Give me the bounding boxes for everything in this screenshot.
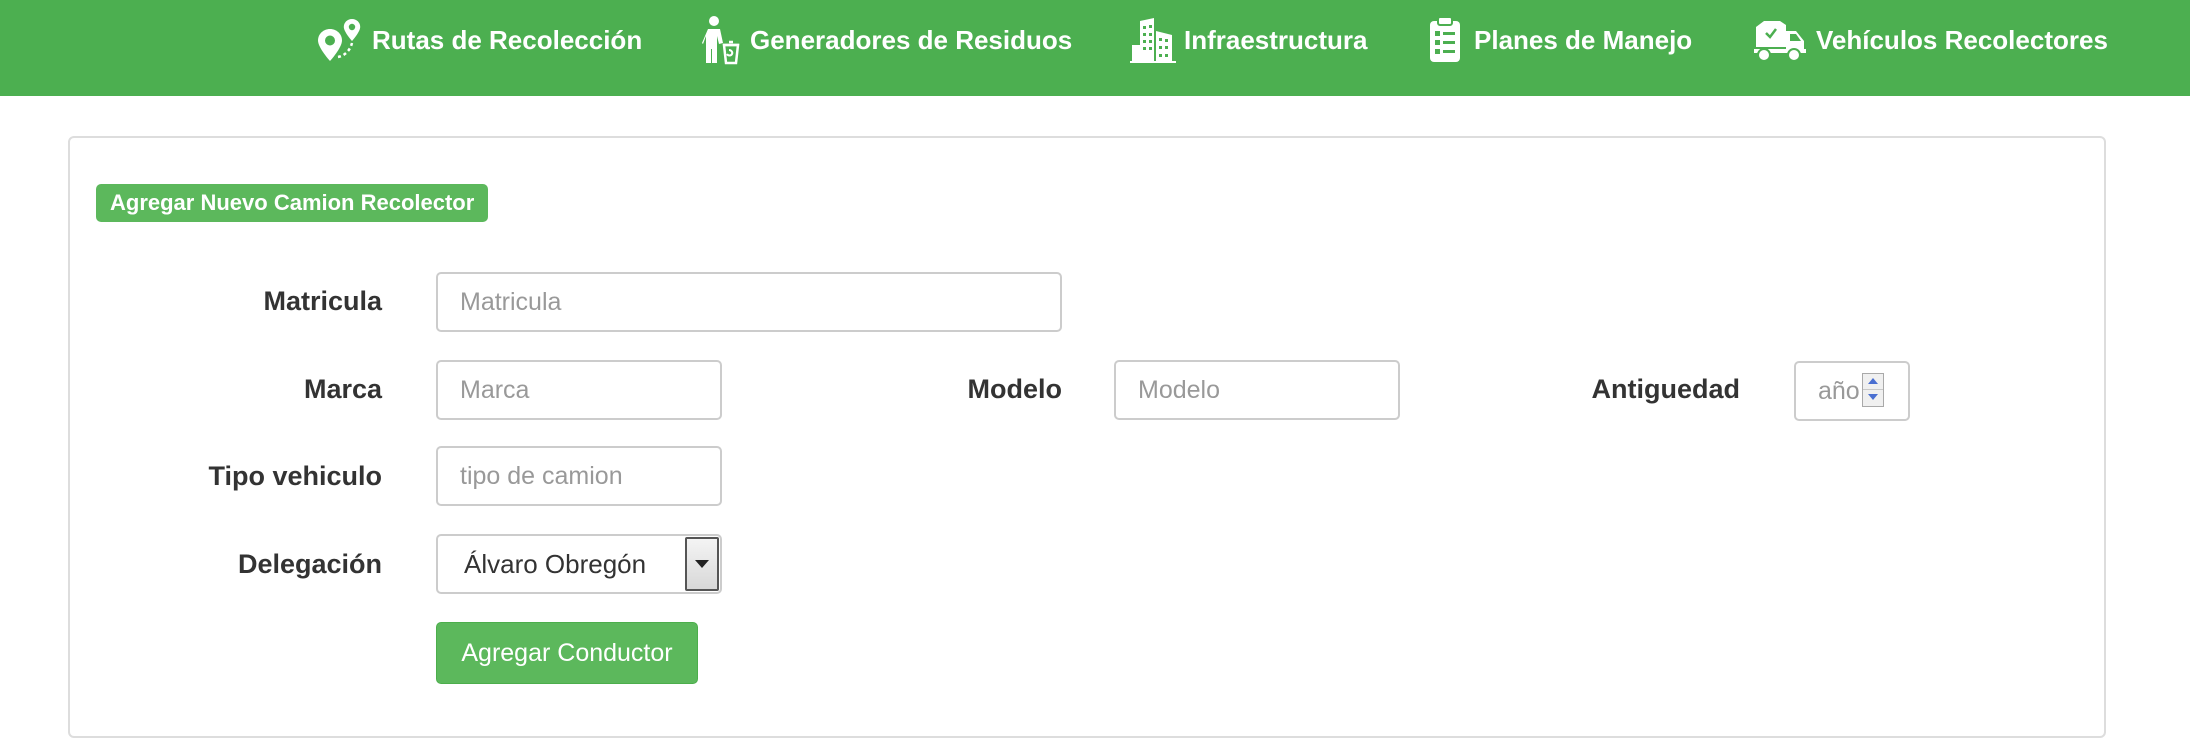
nav-vehiculos-recolectores[interactable]: Vehículos Recolectores	[1754, 0, 2108, 80]
delegacion-selected-value: Álvaro Obregón	[464, 549, 647, 579]
nav-item-label: Vehículos Recolectores	[1816, 24, 2108, 55]
nav-item-label: Planes de Manejo	[1474, 24, 1693, 55]
spinner-up-button[interactable]	[1863, 374, 1883, 390]
matricula-input[interactable]	[436, 272, 1062, 332]
agregar-conductor-button[interactable]: Agregar Conductor	[436, 622, 698, 684]
spinner-down-button[interactable]	[1863, 390, 1883, 406]
antiguedad-label: Antiguedad	[1591, 374, 1741, 404]
nav-item-label: Rutas de Recolección	[372, 24, 643, 55]
marca-input[interactable]	[436, 360, 722, 420]
dropdown-arrow-button[interactable]	[685, 537, 719, 591]
number-spinner[interactable]	[1862, 373, 1884, 407]
form-title-badge: Agregar Nuevo Camion Recolector	[96, 184, 489, 222]
tipo-vehiculo-input[interactable]	[436, 446, 722, 506]
caret-down-icon	[1868, 394, 1878, 400]
map-pin-route-icon	[316, 17, 372, 63]
nav-generadores-de-residuos[interactable]: Generadores de Residuos	[702, 0, 1072, 80]
nav-infraestructura[interactable]: Infraestructura	[1130, 0, 1368, 80]
tipo-vehiculo-label: Tipo vehiculo	[208, 461, 382, 491]
antiguedad-number-input[interactable]: año	[1794, 361, 1910, 421]
matricula-label: Matricula	[263, 286, 382, 316]
chevron-down-icon	[695, 560, 709, 568]
top-navbar: Rutas de Recolección Generadores de Resi…	[0, 0, 2190, 96]
person-trash-icon	[702, 15, 750, 65]
antiguedad-placeholder: año	[1818, 377, 1860, 405]
delegacion-select[interactable]: Álvaro Obregón	[436, 534, 722, 594]
delegacion-label: Delegación	[237, 549, 382, 579]
modelo-input[interactable]	[1114, 360, 1400, 420]
clipboard-checklist-icon	[1426, 16, 1474, 64]
form-panel	[68, 136, 2106, 738]
buildings-icon	[1130, 17, 1184, 63]
nav-rutas-de-recoleccion[interactable]: Rutas de Recolección	[316, 0, 642, 80]
modelo-label: Modelo	[967, 374, 1063, 404]
garbage-truck-icon	[1754, 17, 1816, 63]
caret-up-icon	[1868, 378, 1878, 384]
marca-label: Marca	[303, 374, 382, 404]
nav-item-label: Infraestructura	[1184, 24, 1368, 55]
nav-item-label: Generadores de Residuos	[750, 24, 1073, 55]
nav-planes-de-manejo[interactable]: Planes de Manejo	[1426, 0, 1692, 80]
